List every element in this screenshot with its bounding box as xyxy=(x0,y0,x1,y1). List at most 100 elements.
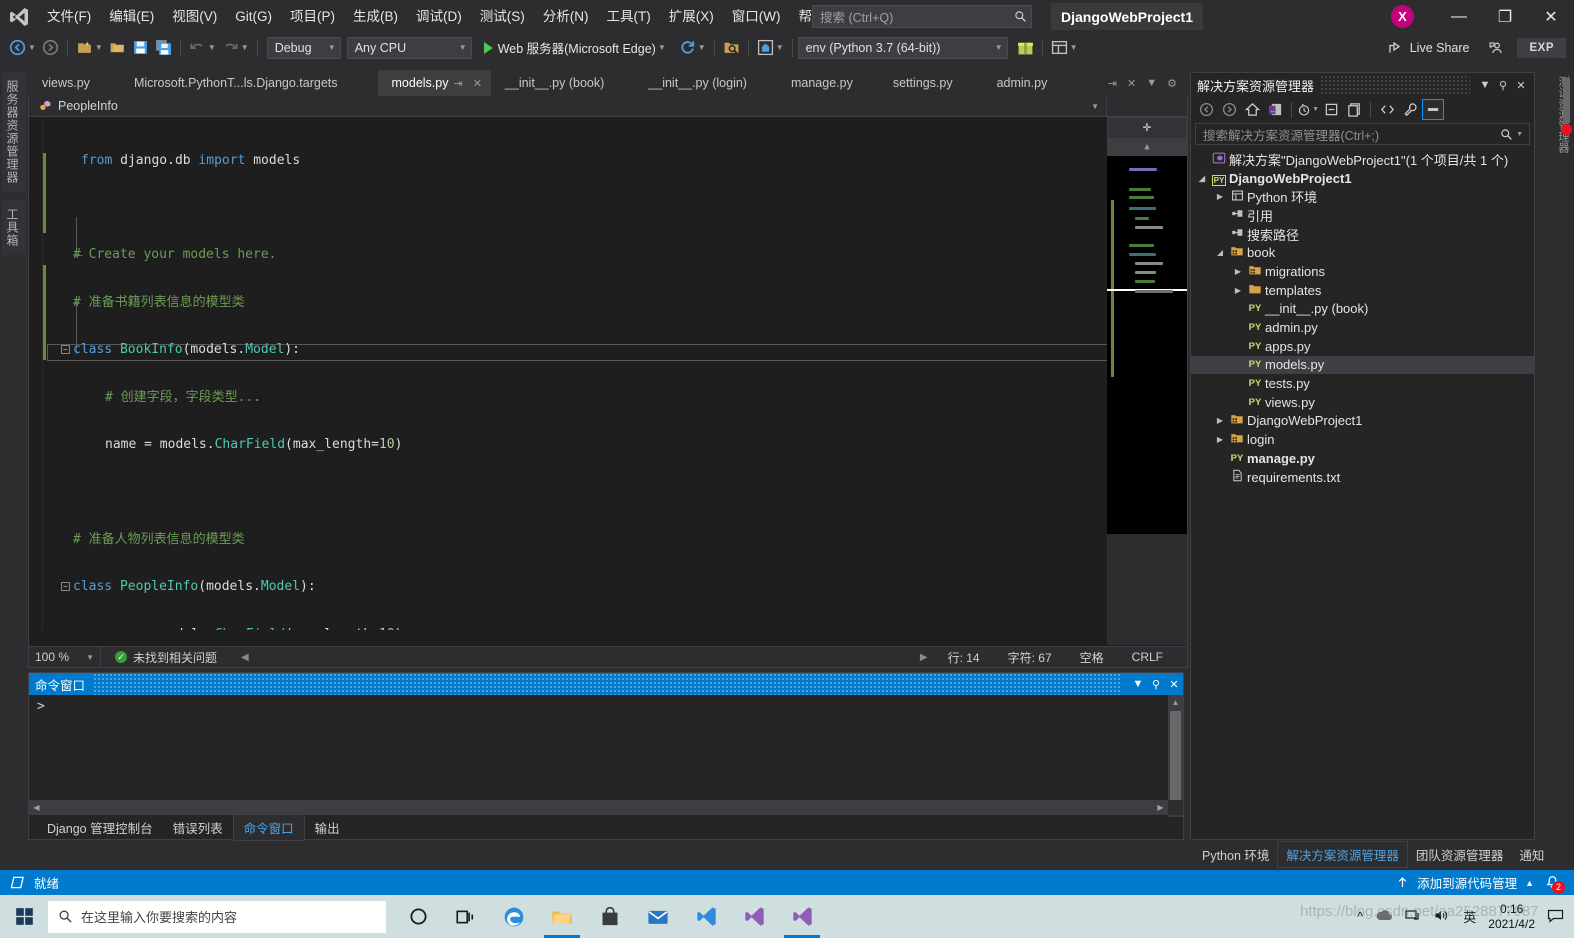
store-icon[interactable] xyxy=(586,895,634,938)
tree-item-solution[interactable]: 解决方案"DjangoWebProject1"(1 个项目/共 1 个) xyxy=(1191,150,1534,169)
close-tab-icon[interactable]: ✕ xyxy=(1122,77,1141,90)
menu-item-git[interactable]: Git(G) xyxy=(226,4,281,29)
navigate-forward-button[interactable] xyxy=(39,36,62,60)
save-all-button[interactable] xyxy=(152,36,175,60)
tab-notifications[interactable]: 通知 xyxy=(1511,842,1552,867)
drag-handle[interactable] xyxy=(93,673,1121,695)
tree-item-file-admin-py[interactable]: PY admin.py xyxy=(1191,318,1534,337)
solution-platform-combo[interactable]: Any CPU ▼ xyxy=(346,36,472,59)
menu-item-analyze[interactable]: 分析(N) xyxy=(534,4,598,29)
cortana-icon[interactable] xyxy=(394,895,442,938)
tree-item-project-djangowebproject1[interactable]: ◢ PY DjangoWebProject1 xyxy=(1191,169,1534,188)
panel-chevron-down-icon[interactable]: ▼ xyxy=(1476,79,1494,91)
tab-python-environments[interactable]: Python 环境 xyxy=(1194,842,1277,867)
show-all-files-icon[interactable] xyxy=(1343,99,1365,120)
menu-item-edit[interactable]: 编辑(E) xyxy=(100,4,163,29)
vs-icon[interactable] xyxy=(730,895,778,938)
close-tab-icon[interactable]: ✕ xyxy=(468,77,487,90)
collapse-toggle-icon[interactable]: − xyxy=(61,345,70,355)
menu-item-debug[interactable]: 调试(D) xyxy=(407,4,471,29)
tree-item-file-apps-py[interactable]: PY apps.py xyxy=(1191,337,1534,356)
menu-item-test[interactable]: 测试(S) xyxy=(471,4,534,29)
collapse-all-icon[interactable] xyxy=(1320,99,1342,120)
scrollbar-thumb[interactable] xyxy=(1170,711,1181,801)
tab-settings-py[interactable]: settings.py xyxy=(866,70,967,96)
expander-icon[interactable]: ◢ xyxy=(1213,248,1227,257)
tree-item-references[interactable]: 引用 xyxy=(1191,206,1534,225)
account-avatar[interactable]: X xyxy=(1391,5,1414,28)
tab-init-py-book[interactable]: __init__.py (book) xyxy=(490,70,619,96)
scroll-up-arrow-icon[interactable]: ▲ xyxy=(1168,695,1183,710)
menu-item-project[interactable]: 项目(P) xyxy=(281,4,344,29)
tree-item-file-tests-py[interactable]: PY tests.py xyxy=(1191,374,1534,393)
solution-explorer-search-input[interactable]: 搜索解决方案资源管理器(Ctrl+;) ▼ xyxy=(1195,123,1530,145)
mail-icon[interactable] xyxy=(634,895,682,938)
vs-active-icon[interactable] xyxy=(778,895,826,938)
restart-button[interactable]: ▼ xyxy=(676,36,709,60)
tab-output[interactable]: 输出 xyxy=(305,815,350,840)
taskbar-search-input[interactable]: 在这里输入你要搜索的内容 xyxy=(48,900,386,933)
tree-item-folder-migrations[interactable]: ▶ migrations xyxy=(1191,262,1534,281)
minimize-button[interactable]: — xyxy=(1436,0,1482,33)
action-center-icon[interactable] xyxy=(1547,908,1564,926)
pending-changes-icon[interactable]: ▼ xyxy=(1297,99,1319,120)
sidebar-item-toolbox[interactable]: 工具箱 xyxy=(2,200,26,255)
back-icon[interactable] xyxy=(1195,99,1217,120)
restore-button[interactable]: ❐ xyxy=(1482,0,1528,33)
navigate-backward-button[interactable]: ▼ xyxy=(6,36,39,60)
view-in-browser-button[interactable]: ▼ xyxy=(754,36,787,60)
scroll-right-arrow-icon[interactable]: ▶ xyxy=(1153,800,1168,815)
expander-icon[interactable]: ◢ xyxy=(1195,174,1209,183)
close-panel-icon[interactable]: ✕ xyxy=(1165,678,1183,691)
global-search-input[interactable]: 搜索 (Ctrl+Q) xyxy=(812,5,1032,28)
tab-team-explorer[interactable]: 团队资源管理器 xyxy=(1408,842,1512,867)
tab-solution-explorer[interactable]: 解决方案资源管理器 xyxy=(1277,840,1408,868)
open-folder-search-button[interactable] xyxy=(720,36,743,60)
task-view-icon[interactable] xyxy=(442,895,490,938)
live-share-button[interactable]: Live Share xyxy=(1382,36,1476,60)
tree-item-file-models-py[interactable]: PY models.py xyxy=(1191,355,1534,375)
command-window-horizontal-scrollbar[interactable]: ◀ ▶ xyxy=(29,800,1183,815)
chevron-down-icon[interactable]: ▼ xyxy=(1513,131,1526,138)
tab-django-admin-console[interactable]: Django 管理控制台 xyxy=(37,815,163,840)
issues-indicator[interactable]: ✓ 未找到相关问题 xyxy=(101,649,217,666)
undo-button[interactable]: ▼ xyxy=(186,36,219,60)
preview-selected-items-icon[interactable] xyxy=(1422,99,1444,120)
add-to-source-control-label[interactable]: 添加到源代码管理 xyxy=(1417,873,1517,892)
window-layout-button[interactable]: ▼ xyxy=(1048,36,1081,60)
menu-item-extensions[interactable]: 扩展(X) xyxy=(660,4,723,29)
tree-item-folder-login[interactable]: ▶ login xyxy=(1191,430,1534,449)
tree-item-folder-book[interactable]: ◢ book xyxy=(1191,243,1534,262)
tab-admin-py[interactable]: admin.py xyxy=(966,70,1062,96)
sync-with-active-document-icon[interactable]: ↔ xyxy=(1264,99,1286,120)
edge-icon[interactable] xyxy=(490,895,538,938)
pin-tab-icon[interactable]: ⇥ xyxy=(448,77,467,90)
home-icon[interactable] xyxy=(1241,99,1263,120)
exp-badge[interactable]: EXP xyxy=(1517,37,1566,58)
volume-icon[interactable] xyxy=(1434,908,1451,926)
chevron-up-icon[interactable]: ▲ xyxy=(1525,878,1534,888)
expander-icon[interactable]: ▶ xyxy=(1213,416,1227,425)
vertical-scrollbar-thumb[interactable] xyxy=(1563,78,1570,123)
navigation-scope-dropdown[interactable]: PeopleInfo ▼ xyxy=(29,95,1107,117)
vscode-icon[interactable] xyxy=(682,895,730,938)
tab-django-targets[interactable]: Microsoft.PythonT...ls.Django.targets xyxy=(103,70,352,96)
code-text-area[interactable]: from django.db import models # Create yo… xyxy=(29,117,1187,645)
tab-overflow-chevron-down-icon[interactable]: ▼ xyxy=(1141,77,1162,89)
pin-panel-icon[interactable]: ⚲ xyxy=(1494,79,1512,92)
command-window-body[interactable]: > ▲ ▼ xyxy=(29,695,1183,817)
tree-item-folder-templates[interactable]: ▶ templates xyxy=(1191,281,1534,300)
open-file-button[interactable] xyxy=(106,36,129,60)
scroll-right-arrow-icon[interactable]: ▶ xyxy=(906,652,934,663)
zoom-level-combo[interactable]: 100 % ▼ xyxy=(29,647,101,667)
pin-panel-icon[interactable]: ⚲ xyxy=(1147,678,1165,691)
file-explorer-icon[interactable] xyxy=(538,895,586,938)
tree-item-file-views-py[interactable]: PY views.py xyxy=(1191,393,1534,412)
redo-button[interactable]: ▼ xyxy=(219,36,252,60)
scroll-up-arrow-icon[interactable]: ▲ xyxy=(1107,139,1187,156)
tree-item-search-paths[interactable]: 搜索路径 xyxy=(1191,225,1534,244)
tree-item-file-requirements-txt[interactable]: requirements.txt xyxy=(1191,468,1534,487)
drag-handle[interactable] xyxy=(1320,75,1470,95)
command-window-vertical-scrollbar[interactable]: ▲ ▼ xyxy=(1168,695,1183,817)
menu-item-window[interactable]: 窗口(W) xyxy=(723,4,790,29)
